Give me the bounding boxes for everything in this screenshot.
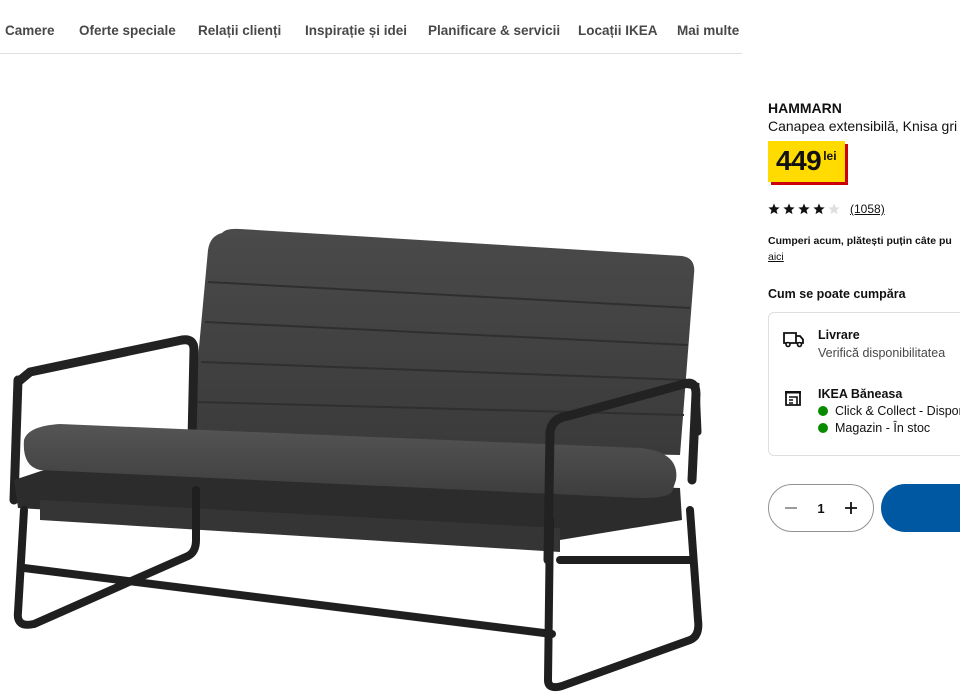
- star-filled-icon: [813, 203, 825, 215]
- decrease-quantity-button[interactable]: [783, 500, 799, 516]
- star-filled-icon: [768, 203, 780, 215]
- in-store-status: Magazin - În stoc: [818, 421, 960, 435]
- available-dot-icon: [818, 406, 828, 416]
- store-icon: [785, 391, 801, 406]
- nav-item-camere[interactable]: Camere: [5, 23, 55, 38]
- product-image[interactable]: [0, 54, 742, 700]
- nav-item-relatii-clienti[interactable]: Relații clienți: [198, 23, 281, 38]
- star-filled-icon: [798, 203, 810, 215]
- purchase-options-card: Livrare Verifică disponibilitatea IKEA B…: [768, 312, 960, 456]
- quantity-value[interactable]: 1: [817, 501, 824, 516]
- in-stock-dot-icon: [818, 423, 828, 433]
- product-info-panel: HAMMARN Canapea extensibilă, Knisa gri 4…: [768, 0, 960, 700]
- nav-item-inspiratie-idei[interactable]: Inspirație și idei: [305, 23, 407, 38]
- click-collect-status: Click & Collect - Dispon: [818, 404, 960, 418]
- add-to-cart-button[interactable]: [881, 484, 960, 532]
- store-title: IKEA Băneasa: [818, 387, 903, 401]
- delivery-subtitle: Verifică disponibilitatea: [818, 346, 946, 360]
- star-empty-icon: [828, 203, 840, 215]
- delivery-truck-icon: [783, 332, 804, 348]
- product-name: HAMMARN: [768, 100, 842, 116]
- delivery-title: Livrare: [818, 328, 860, 342]
- sofa-bed-illustration: [9, 228, 703, 692]
- how-to-buy-heading: Cum se poate cumpăra: [768, 287, 906, 301]
- top-navigation: Camere Oferte speciale Relații clienți I…: [0, 0, 742, 54]
- plus-icon: [844, 502, 857, 514]
- review-count-link[interactable]: (1058): [850, 202, 885, 216]
- delivery-option[interactable]: Livrare Verifică disponibilitatea: [783, 328, 945, 360]
- installment-link[interactable]: aici: [768, 251, 784, 263]
- click-collect-text: Click & Collect - Dispon: [835, 404, 960, 418]
- nav-item-planificare-servicii[interactable]: Planificare & servicii: [428, 23, 560, 38]
- rating-stars: [768, 203, 840, 215]
- product-rating[interactable]: (1058): [768, 202, 885, 216]
- minus-icon: [785, 507, 797, 509]
- nav-item-oferte-speciale[interactable]: Oferte speciale: [79, 23, 176, 38]
- product-description: Canapea extensibilă, Knisa gri: [768, 118, 958, 134]
- increase-quantity-button[interactable]: [843, 500, 859, 516]
- price-value: 449: [776, 145, 822, 176]
- price-currency: lei: [823, 149, 837, 163]
- in-store-text: Magazin - În stoc: [835, 421, 931, 435]
- installment-text: Cumperi acum, plătești puțin câte pu: [768, 235, 952, 247]
- price-tag: 449 lei: [768, 141, 845, 182]
- star-filled-icon: [783, 203, 795, 215]
- store-option[interactable]: IKEA Băneasa Click & Collect - Dispon Ma…: [783, 387, 960, 435]
- nav-item-mai-multe[interactable]: Mai multe: [677, 23, 739, 38]
- quantity-stepper: 1: [768, 484, 874, 532]
- nav-item-locatii-ikea[interactable]: Locații IKEA: [578, 23, 658, 38]
